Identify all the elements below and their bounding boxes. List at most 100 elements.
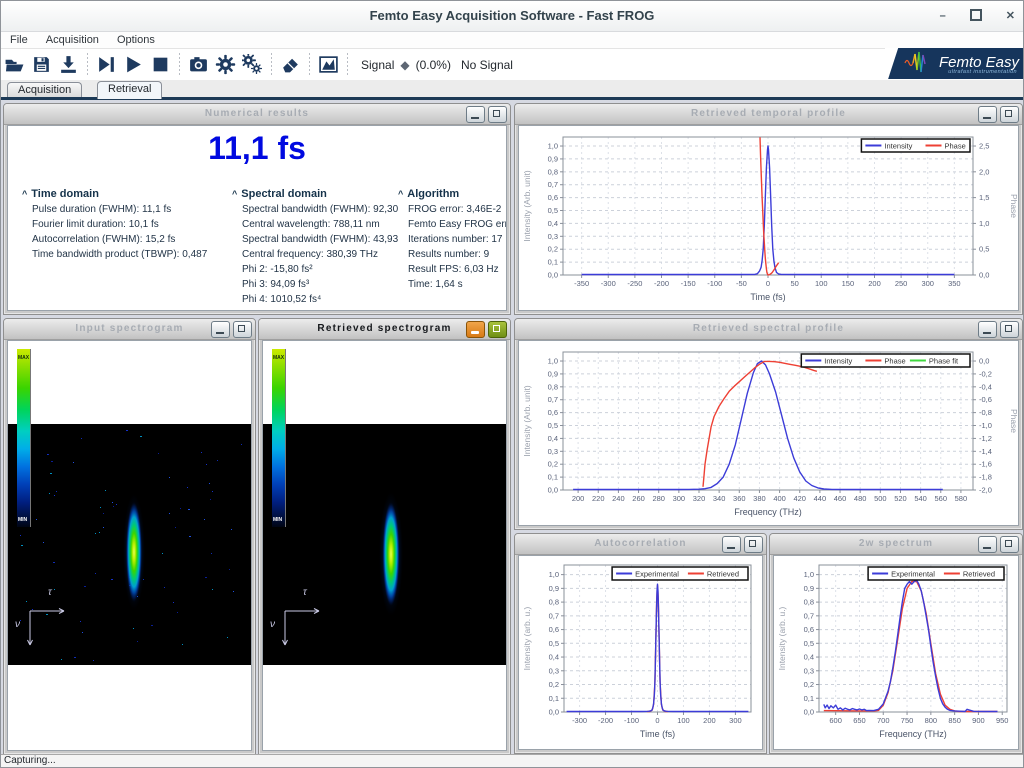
maximize-button[interactable] bbox=[744, 536, 763, 553]
minimize-button[interactable] bbox=[978, 106, 997, 123]
collapse-caret[interactable]: ^ bbox=[232, 189, 237, 199]
play-button[interactable] bbox=[120, 52, 147, 78]
advanced-settings-gears-button[interactable] bbox=[239, 52, 266, 78]
maximize-button[interactable] bbox=[488, 321, 507, 338]
collapse-caret[interactable]: ^ bbox=[398, 189, 403, 199]
svg-text:850: 850 bbox=[948, 716, 961, 725]
svg-text:0,8: 0,8 bbox=[804, 598, 814, 607]
svg-text:0,0: 0,0 bbox=[549, 708, 559, 717]
result-item: Femto Easy FROG error: 5, bbox=[398, 217, 507, 232]
temporal-chart-area: -350-300-250-200-150-100-500501001502002… bbox=[518, 125, 1019, 311]
minimize-button[interactable] bbox=[211, 321, 230, 338]
svg-text:0,1: 0,1 bbox=[548, 473, 558, 482]
svg-text:0,6: 0,6 bbox=[549, 625, 559, 634]
tab-acquisition[interactable]: Acquisition bbox=[7, 82, 82, 98]
axes-arrows bbox=[28, 609, 65, 646]
logo-name: Femto Easy bbox=[939, 55, 1019, 70]
menu-acquisition[interactable]: Acquisition bbox=[37, 34, 108, 46]
svg-text:Frequency (THz): Frequency (THz) bbox=[734, 507, 802, 517]
nu-axis-label: ν bbox=[15, 619, 20, 630]
tab-retrieval[interactable]: Retrieval bbox=[97, 81, 162, 99]
result-item: Fourier limit duration: 10,1 fs bbox=[22, 217, 222, 232]
svg-text:150: 150 bbox=[842, 279, 855, 288]
panel-titlebar[interactable]: Numerical results bbox=[4, 104, 510, 125]
svg-text:0,4: 0,4 bbox=[548, 219, 558, 228]
svg-text:0,7: 0,7 bbox=[548, 395, 558, 404]
svg-text:0,8: 0,8 bbox=[549, 598, 559, 607]
svg-text:Retrieved: Retrieved bbox=[707, 570, 739, 579]
svg-text:-1,4: -1,4 bbox=[979, 447, 992, 456]
settings-gear-button[interactable] bbox=[212, 52, 239, 78]
svg-text:Phase: Phase bbox=[1009, 409, 1019, 433]
camera-button[interactable] bbox=[185, 52, 212, 78]
panel-shg-spectrum: 2w spectrum 6006507007508008509009500,00… bbox=[769, 533, 1023, 754]
open-button[interactable] bbox=[1, 52, 28, 78]
pulse-duration-value: 11,1 fs bbox=[8, 130, 506, 167]
svg-text:0,6: 0,6 bbox=[548, 408, 558, 417]
result-item: Time: 1,64 s bbox=[398, 277, 507, 292]
svg-text:-1,8: -1,8 bbox=[979, 473, 992, 482]
svg-text:-2,0: -2,0 bbox=[979, 486, 992, 495]
svg-text:0,2: 0,2 bbox=[548, 245, 558, 254]
minimize-button[interactable] bbox=[978, 536, 997, 553]
minimize-button[interactable] bbox=[466, 321, 485, 338]
series-experimental bbox=[567, 584, 749, 711]
maximize-button[interactable] bbox=[1000, 321, 1019, 338]
export-button[interactable] bbox=[55, 52, 82, 78]
maximize-button[interactable] bbox=[488, 106, 507, 123]
panel-titlebar[interactable]: Retrieved spectral profile bbox=[515, 319, 1022, 340]
maximize-button[interactable] bbox=[1000, 536, 1019, 553]
svg-text:-0,2: -0,2 bbox=[979, 369, 992, 378]
minimize-icon[interactable]: – bbox=[940, 11, 946, 21]
svg-text:200: 200 bbox=[703, 716, 716, 725]
svg-text:0,0: 0,0 bbox=[804, 708, 814, 717]
menu-bar: File Acquisition Options bbox=[1, 32, 1023, 48]
minimize-button[interactable] bbox=[466, 106, 485, 123]
svg-text:1,0: 1,0 bbox=[979, 219, 989, 228]
result-item: Results number: 9 bbox=[398, 247, 507, 262]
colorbar bbox=[17, 349, 31, 527]
collapse-caret[interactable]: ^ bbox=[22, 189, 27, 199]
svg-text:950: 950 bbox=[996, 716, 1009, 725]
svg-text:300: 300 bbox=[673, 494, 686, 503]
minimize-button[interactable] bbox=[978, 321, 997, 338]
svg-text:Intensity (Arb. unit): Intensity (Arb. unit) bbox=[522, 385, 532, 457]
svg-text:0,8: 0,8 bbox=[548, 167, 558, 176]
retrieved-spectrogram-content: MAX MIN τ ν bbox=[262, 340, 507, 751]
svg-text:0,2: 0,2 bbox=[548, 460, 558, 469]
step-forward-button[interactable] bbox=[93, 52, 120, 78]
svg-text:700: 700 bbox=[877, 716, 890, 725]
spectrum-view-button[interactable] bbox=[315, 52, 342, 78]
panel-titlebar[interactable]: Retrieved temporal profile bbox=[515, 104, 1022, 125]
maximize-button[interactable] bbox=[1000, 106, 1019, 123]
svg-text:460: 460 bbox=[834, 494, 847, 503]
svg-text:360: 360 bbox=[733, 494, 746, 503]
window-titlebar[interactable]: Femto Easy Acquisition Software - Fast F… bbox=[1, 1, 1023, 32]
menu-options[interactable]: Options bbox=[108, 34, 164, 46]
svg-text:580: 580 bbox=[955, 494, 968, 503]
menu-file[interactable]: File bbox=[1, 34, 37, 46]
axes-arrows bbox=[283, 609, 320, 646]
svg-text:0,3: 0,3 bbox=[549, 666, 559, 675]
panel-numerical-results: Numerical results 11,1 fs ^Time domain P… bbox=[3, 103, 511, 315]
signal-value: (0.0%) bbox=[416, 58, 451, 72]
svg-text:Retrieved: Retrieved bbox=[963, 570, 995, 579]
signal-diamond-icon: ◆ bbox=[400, 58, 409, 72]
colorbar-min-label: MIN bbox=[273, 517, 282, 523]
svg-text:-100: -100 bbox=[707, 279, 722, 288]
svg-text:650: 650 bbox=[853, 716, 866, 725]
time-domain-section: ^Time domain Pulse duration (FWHM): 11,1… bbox=[22, 188, 222, 262]
svg-text:600: 600 bbox=[829, 716, 842, 725]
svg-text:0,7: 0,7 bbox=[804, 611, 814, 620]
save-button[interactable] bbox=[28, 52, 55, 78]
close-icon[interactable]: ✕ bbox=[1006, 11, 1015, 21]
svg-text:750: 750 bbox=[901, 716, 914, 725]
maximize-icon[interactable] bbox=[970, 9, 982, 23]
svg-text:380: 380 bbox=[753, 494, 766, 503]
svg-text:Experimental: Experimental bbox=[635, 570, 679, 579]
clear-eraser-button[interactable] bbox=[277, 52, 304, 78]
maximize-button[interactable] bbox=[233, 321, 252, 338]
minimize-button[interactable] bbox=[722, 536, 741, 553]
svg-text:0,0: 0,0 bbox=[979, 357, 989, 366]
stop-button[interactable] bbox=[147, 52, 174, 78]
